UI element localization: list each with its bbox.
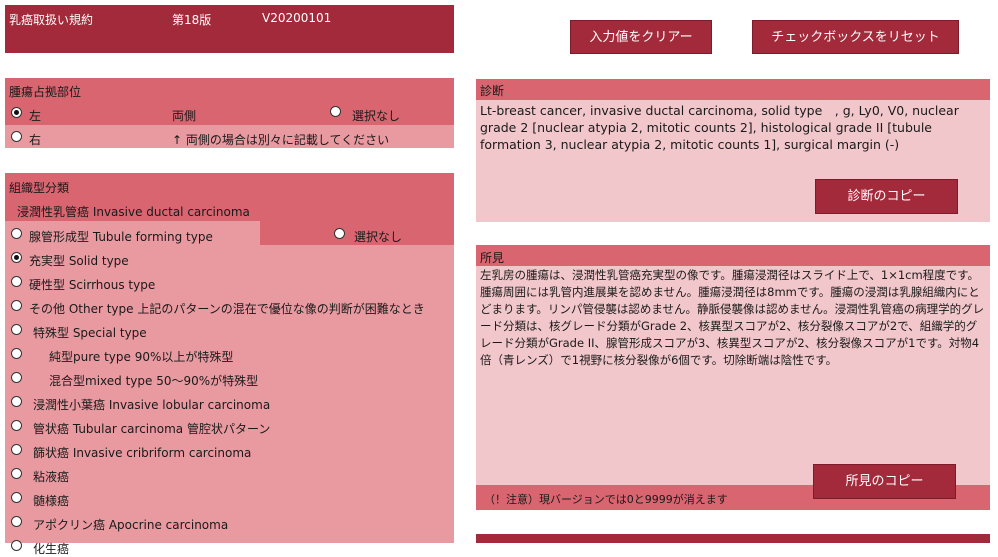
histology-radio[interactable] xyxy=(11,540,22,551)
findings-text[interactable]: 左乳房の腫瘍は、浸潤性乳管癌充実型の像です。腫瘍浸潤径はスライド上で、1×1cm… xyxy=(480,267,986,369)
histology-radio[interactable] xyxy=(11,252,22,263)
findings-panel: 所見 左乳房の腫瘍は、浸潤性乳管癌充実型の像です。腫瘍浸潤径はスライド上で、1×… xyxy=(476,245,990,510)
location-title: 腫瘍占拠部位 xyxy=(9,85,82,99)
histology-radio[interactable] xyxy=(11,300,22,311)
diagnosis-header: 診断 xyxy=(476,79,990,100)
findings-header: 所見 xyxy=(476,245,990,266)
histology-item-label: 篩状癌 Invasive cribriform carcinoma xyxy=(33,446,252,460)
histology-item-label: 管状癌 Tubular carcinoma 管腔状パターン xyxy=(33,422,271,436)
diagnosis-text[interactable]: Lt-breast cancer, invasive ductal carcin… xyxy=(480,102,982,153)
histology-item-label: 腺管形成型 Tubule forming type xyxy=(29,230,213,244)
histology-radio[interactable] xyxy=(11,396,22,407)
copy-findings-button[interactable]: 所見のコピー xyxy=(813,464,956,499)
app-title: 乳癌取扱い規約 xyxy=(9,13,94,27)
histology-radio[interactable] xyxy=(11,324,22,335)
histology-item-label: その他 Other type 上記のパターンの混在で優位な像の判断が困難なとき xyxy=(29,302,425,316)
histology-radio[interactable] xyxy=(11,444,22,455)
reset-checkboxes-button[interactable]: チェックボックスをリセット xyxy=(752,20,959,54)
histology-radio[interactable] xyxy=(11,516,22,527)
diagnosis-title: 診断 xyxy=(480,84,505,98)
left-label: 左 xyxy=(29,109,42,123)
histology-title: 組織型分類 xyxy=(9,181,70,195)
right-label: 右 xyxy=(29,133,42,147)
histology-radio[interactable] xyxy=(11,492,22,503)
histology-item-label: 浸潤性小葉癌 Invasive lobular carcinoma xyxy=(33,398,271,412)
idc-group-label: 浸潤性乳管癌 Invasive ductal carcinoma xyxy=(17,205,250,219)
diagnosis-panel: 診断 Lt-breast cancer, invasive ductal car… xyxy=(476,79,990,222)
both-note: ↑ 両側の場合は別々に記載してください xyxy=(172,133,390,147)
histology-none-radio[interactable] xyxy=(334,228,345,239)
copy-diagnosis-button[interactable]: 診断のコピー xyxy=(815,179,958,214)
histology-item-label: 純型pure type 90%以上が特殊型 xyxy=(49,350,234,364)
edition-label: 第18版 xyxy=(172,13,212,27)
findings-title: 所見 xyxy=(480,251,505,265)
histology-item-label: 混合型mixed type 50～90%が特殊型 xyxy=(49,374,259,388)
histology-item-label: 粘液癌 xyxy=(33,470,70,484)
histology-item-label: アポクリン癌 Apocrine carcinoma xyxy=(33,518,229,532)
location-header: 腫瘍占拠部位 xyxy=(5,78,454,102)
histology-radio[interactable] xyxy=(11,348,22,359)
findings-note: （！注意）現バージョンでは0と9999が消えます xyxy=(484,493,728,506)
left-radio[interactable] xyxy=(11,107,22,118)
location-panel: 腫瘍占拠部位 左 両側 選択なし 右 ↑ 両側の場合は別々に記載してください xyxy=(5,78,454,148)
histology-item-label: 特殊型 Special type xyxy=(33,326,147,340)
histology-radio[interactable] xyxy=(11,468,22,479)
version-label: V20200101 xyxy=(262,11,332,25)
both-label: 両側 xyxy=(172,109,197,123)
right-radio[interactable] xyxy=(11,131,22,142)
app-header: 乳癌取扱い規約 第18版 V20200101 xyxy=(5,5,454,53)
next-panel-header xyxy=(476,534,990,543)
histology-none-label: 選択なし xyxy=(354,230,403,244)
histology-radio[interactable] xyxy=(11,372,22,383)
histology-radio[interactable] xyxy=(11,276,22,287)
histology-item-label: 硬性型 Scirrhous type xyxy=(29,278,156,292)
clear-inputs-button[interactable]: 入力値をクリアー xyxy=(570,20,712,54)
histology-header: 組織型分類 浸潤性乳管癌 Invasive ductal carcinoma xyxy=(5,173,454,221)
histology-radio[interactable] xyxy=(11,420,22,431)
location-none-radio[interactable] xyxy=(330,106,341,117)
histology-panel: 組織型分類 浸潤性乳管癌 Invasive ductal carcinoma 選… xyxy=(5,173,454,556)
histology-radio[interactable] xyxy=(11,228,22,239)
histology-item-label: 充実型 Solid type xyxy=(29,254,129,268)
histology-item-label: 髄様癌 xyxy=(33,494,70,508)
location-none-label: 選択なし xyxy=(352,109,401,123)
